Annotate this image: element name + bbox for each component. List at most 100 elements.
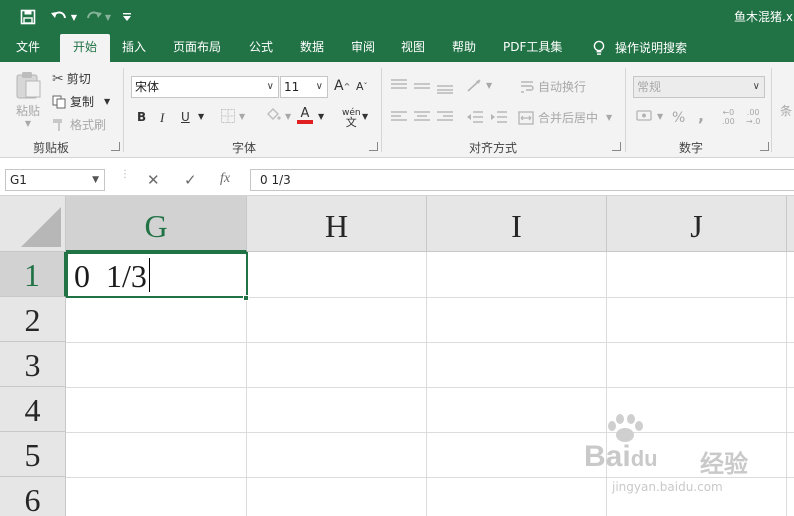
formula-bar: G1 ▼ ⋮ ✕ ✓ fx 0 1/3: [0, 158, 794, 196]
paste-button[interactable]: 粘贴 ▼: [12, 70, 44, 128]
number-group-label: 数字: [679, 141, 704, 155]
column-header-i[interactable]: I: [427, 196, 607, 252]
conditional-formatting-label: 条: [780, 104, 793, 118]
accounting-format-button[interactable]: ▼: [636, 109, 663, 123]
orientation-button[interactable]: ▼: [466, 77, 492, 93]
enter-button[interactable]: ✓: [184, 171, 197, 189]
insert-function-button[interactable]: fx: [220, 171, 230, 187]
chevron-down-icon: ▼: [92, 175, 99, 185]
clipboard-dialog-launcher-icon[interactable]: [111, 142, 120, 151]
tab-file[interactable]: 文件: [16, 34, 40, 62]
merge-cells-icon: [518, 110, 534, 125]
active-cell-g1[interactable]: 0 1/3: [66, 252, 248, 298]
clipboard-icon: [16, 72, 41, 99]
group-divider: [123, 68, 124, 152]
merge-center-button[interactable]: 合并后居中 ▼: [518, 109, 612, 126]
number-dialog-launcher-icon[interactable]: [760, 142, 769, 151]
cell-edit-text: 0 1/3: [74, 258, 147, 294]
undo-dropdown-icon[interactable]: ▼: [70, 7, 78, 27]
paste-label: 粘贴: [15, 104, 40, 118]
save-icon[interactable]: [18, 7, 38, 27]
align-bottom-button[interactable]: [436, 80, 454, 94]
copy-button[interactable]: 复制 ▼: [52, 93, 110, 110]
conditional-formatting-button[interactable]: 条: [780, 102, 792, 119]
italic-button[interactable]: I: [160, 110, 164, 126]
increase-decimal-button[interactable]: ←0 .00: [722, 108, 735, 126]
undo-icon[interactable]: [48, 7, 70, 27]
chevron-down-icon: ∨: [266, 81, 274, 92]
orientation-dropdown-icon: ▼: [486, 80, 493, 90]
percent-style-button[interactable]: %: [672, 110, 685, 126]
increase-font-size-button[interactable]: A ^: [334, 78, 350, 94]
increase-decimal-top: ←0: [722, 108, 735, 117]
borders-button[interactable]: ▼: [220, 108, 245, 124]
customize-qat-icon[interactable]: [120, 7, 134, 27]
font-name-combo[interactable]: 宋体 ∨: [131, 76, 279, 98]
align-top-button[interactable]: [390, 78, 408, 92]
wrap-text-button[interactable]: 自动换行: [520, 78, 586, 95]
phonetic-dropdown-icon[interactable]: ▼: [362, 112, 368, 121]
bold-button[interactable]: B: [137, 110, 146, 124]
row-header-5[interactable]: 5: [0, 432, 66, 477]
decrease-font-size-button[interactable]: Aˇ: [356, 80, 368, 93]
alignment-dialog-launcher-icon[interactable]: [612, 142, 621, 151]
chevron-down-icon: ∨: [315, 81, 323, 92]
row-header-1[interactable]: 1: [0, 252, 66, 297]
tell-me-search[interactable]: 操作说明搜索: [592, 34, 687, 62]
decrease-font-glyph: A: [356, 80, 364, 93]
row-header-3[interactable]: 3: [0, 342, 66, 387]
lightbulb-icon: [593, 40, 605, 55]
cut-button[interactable]: ✂ 剪切: [52, 70, 91, 87]
align-center-button[interactable]: [413, 110, 431, 124]
tab-data[interactable]: 数据: [300, 34, 324, 62]
align-middle-button[interactable]: [413, 80, 431, 94]
copy-icon: [52, 95, 66, 108]
font-size-combo[interactable]: 11 ∨: [280, 76, 328, 98]
align-right-icon: [437, 111, 453, 121]
column-header-k[interactable]: [787, 196, 794, 252]
cancel-button[interactable]: ✕: [147, 171, 160, 189]
increase-indent-button[interactable]: [490, 110, 508, 124]
underline-button[interactable]: U: [181, 110, 190, 124]
fill-handle[interactable]: [243, 295, 249, 301]
fill-color-button[interactable]: ▼: [264, 107, 291, 125]
tab-formulas[interactable]: 公式: [249, 34, 273, 62]
tab-insert[interactable]: 插入: [122, 34, 146, 62]
chevron-down-icon: ∨: [752, 81, 760, 92]
row-header-6[interactable]: 6: [0, 477, 66, 516]
decrease-indent-button[interactable]: [466, 110, 484, 124]
font-group-label: 字体: [232, 141, 257, 155]
column-header-j[interactable]: J: [607, 196, 787, 252]
increase-decimal-bottom: .00: [722, 117, 735, 126]
align-left-button[interactable]: [390, 110, 408, 124]
cut-label: 剪切: [66, 72, 91, 86]
phonetic-guide-button[interactable]: wén 文: [342, 108, 361, 128]
formula-input[interactable]: 0 1/3: [250, 169, 794, 191]
column-header-h[interactable]: H: [247, 196, 427, 252]
underline-dropdown-icon[interactable]: ▼: [198, 112, 204, 121]
row-header-4[interactable]: 4: [0, 387, 66, 432]
tab-pdf-tools[interactable]: PDF工具集: [503, 34, 562, 62]
format-painter-button[interactable]: 格式刷: [52, 116, 106, 133]
select-all-button[interactable]: [0, 196, 66, 252]
column-header-g[interactable]: G: [66, 196, 247, 252]
tab-help[interactable]: 帮助: [452, 34, 476, 62]
font-color-dropdown-icon[interactable]: ▼: [318, 112, 324, 121]
decrease-decimal-button[interactable]: .00 →.0: [746, 108, 760, 126]
tab-page-layout[interactable]: 页面布局: [173, 34, 221, 62]
copy-dropdown-icon: ▼: [104, 97, 111, 106]
align-right-button[interactable]: [436, 110, 454, 124]
baidu-du-text: du: [630, 446, 658, 471]
row-header-2[interactable]: 2: [0, 297, 66, 342]
number-format-combo[interactable]: 常规 ∨: [633, 76, 765, 98]
font-color-button[interactable]: A: [297, 107, 313, 124]
tab-view[interactable]: 视图: [401, 34, 425, 62]
decrease-decimal-bottom: →.0: [746, 117, 761, 126]
font-dialog-launcher-icon[interactable]: [369, 142, 378, 151]
tab-home[interactable]: 开始: [60, 34, 110, 62]
comma-style-button[interactable]: ,: [698, 106, 704, 125]
group-divider: [771, 68, 772, 152]
name-box[interactable]: G1 ▼: [5, 169, 105, 191]
drag-handle-icon[interactable]: ⋮: [120, 170, 130, 180]
tab-review[interactable]: 审阅: [351, 34, 375, 62]
